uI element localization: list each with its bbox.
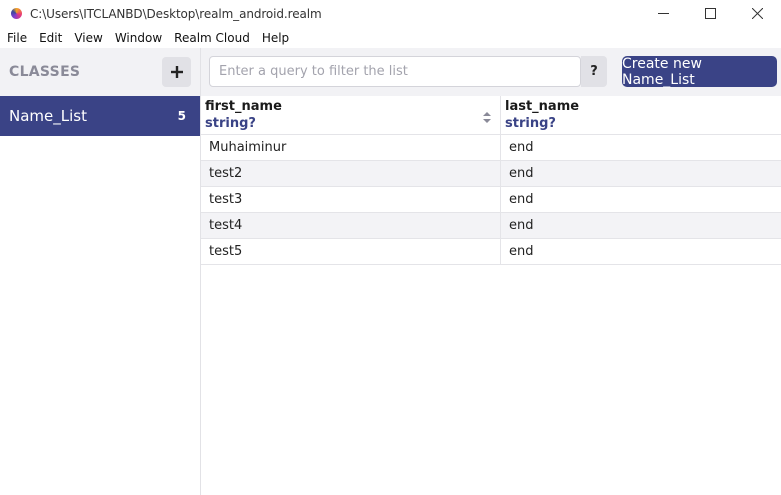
menu-view[interactable]: View bbox=[68, 31, 108, 45]
cell-last-name[interactable]: end bbox=[501, 161, 781, 186]
class-count-badge: 5 bbox=[177, 109, 186, 123]
column-type: string? bbox=[505, 116, 556, 131]
table-row[interactable]: test4 end bbox=[201, 213, 781, 239]
column-type: string? bbox=[205, 116, 256, 131]
cell-first-name[interactable]: test5 bbox=[201, 239, 501, 264]
table-header: first_name string? last_name string? bbox=[201, 96, 781, 135]
classes-heading: CLASSES bbox=[9, 64, 81, 80]
class-name: Name_List bbox=[9, 107, 87, 125]
query-filter-input[interactable] bbox=[209, 56, 581, 87]
menu-help[interactable]: Help bbox=[256, 31, 295, 45]
sidebar: CLASSES Name_List 5 bbox=[0, 48, 201, 495]
cell-first-name[interactable]: test2 bbox=[201, 161, 501, 186]
data-table: first_name string? last_name string? Muh… bbox=[201, 96, 781, 265]
column-header-last-name[interactable]: last_name string? bbox=[501, 96, 781, 134]
cell-first-name[interactable]: test3 bbox=[201, 187, 501, 212]
minimize-icon bbox=[658, 13, 669, 14]
cell-last-name[interactable]: end bbox=[501, 187, 781, 212]
minimize-button[interactable] bbox=[640, 0, 687, 27]
menu-bar: File Edit View Window Realm Cloud Help bbox=[0, 27, 781, 48]
column-name: first_name bbox=[205, 99, 282, 114]
column-name: last_name bbox=[505, 99, 580, 114]
class-list-empty-area bbox=[0, 136, 200, 495]
close-button[interactable] bbox=[734, 0, 781, 27]
cell-first-name[interactable]: Muhaiminur bbox=[201, 135, 501, 160]
query-help-button[interactable]: ? bbox=[581, 56, 607, 87]
sidebar-item-name-list[interactable]: Name_List 5 bbox=[0, 96, 200, 136]
table-row[interactable]: Muhaiminur end bbox=[201, 135, 781, 161]
menu-window[interactable]: Window bbox=[109, 31, 168, 45]
close-icon bbox=[752, 8, 763, 19]
maximize-button[interactable] bbox=[687, 0, 734, 27]
cell-last-name[interactable]: end bbox=[501, 239, 781, 264]
realm-app-icon bbox=[11, 8, 22, 19]
window-title: C:\Users\ITCLANBD\Desktop\realm_android.… bbox=[30, 6, 322, 21]
cell-last-name[interactable]: end bbox=[501, 213, 781, 238]
table-row[interactable]: test2 end bbox=[201, 161, 781, 187]
column-header-first-name[interactable]: first_name string? bbox=[201, 96, 501, 134]
sidebar-header: CLASSES bbox=[0, 48, 200, 96]
menu-realm-cloud[interactable]: Realm Cloud bbox=[168, 31, 256, 45]
create-object-button[interactable]: Create new Name_List bbox=[622, 56, 777, 88]
table-row[interactable]: test3 end bbox=[201, 187, 781, 213]
window-controls bbox=[640, 0, 781, 27]
plus-icon bbox=[170, 66, 183, 78]
menu-edit[interactable]: Edit bbox=[33, 31, 68, 45]
cell-last-name[interactable]: end bbox=[501, 135, 781, 160]
add-class-button[interactable] bbox=[162, 57, 191, 87]
menu-file[interactable]: File bbox=[1, 31, 33, 45]
sort-icon[interactable] bbox=[483, 112, 491, 123]
maximize-icon bbox=[705, 8, 716, 19]
title-bar: C:\Users\ITCLANBD\Desktop\realm_android.… bbox=[0, 0, 781, 27]
table-row[interactable]: test5 end bbox=[201, 239, 781, 265]
cell-first-name[interactable]: test4 bbox=[201, 213, 501, 238]
toolbar: ? Create new Name_List bbox=[201, 48, 781, 96]
